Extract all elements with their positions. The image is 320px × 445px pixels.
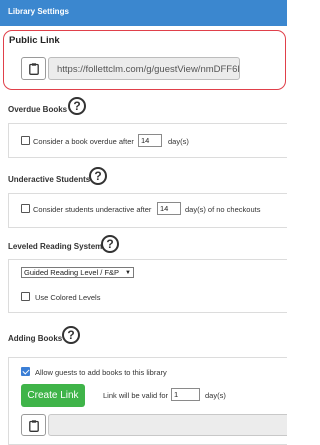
underactive-help-icon[interactable]: ?: [89, 167, 107, 185]
adding-help-icon[interactable]: ?: [62, 326, 80, 344]
overdue-checkbox[interactable]: [21, 136, 30, 145]
colored-levels-checkbox[interactable]: [21, 292, 30, 301]
page-title: Library Settings: [8, 7, 69, 16]
link-valid-days-input[interactable]: 1: [171, 388, 200, 401]
overdue-books-title: Overdue Books: [8, 105, 68, 114]
new-link-field[interactable]: [48, 414, 287, 436]
overdue-days-unit: day(s): [168, 137, 189, 146]
leveled-help-icon[interactable]: ?: [101, 235, 119, 253]
overdue-help-icon[interactable]: ?: [68, 97, 86, 115]
overdue-days-input[interactable]: 14: [138, 134, 162, 147]
reading-level-selected: Guided Reading Level / F&P: [24, 268, 120, 277]
underactive-label: Consider students underactive after: [33, 205, 152, 214]
public-link-title: Public Link: [9, 35, 60, 46]
overdue-label: Consider a book overdue after: [33, 137, 134, 146]
underactive-days-unit: day(s) of no checkouts: [185, 205, 261, 214]
copy-new-link-button[interactable]: [21, 414, 46, 436]
link-valid-label: Link will be valid for: [103, 391, 169, 400]
reading-level-select[interactable]: Guided Reading Level / F&P ▼: [21, 267, 134, 278]
underactive-days-input[interactable]: 14: [157, 202, 181, 215]
allow-guests-label: Allow guests to add books to this librar…: [35, 368, 167, 377]
public-link-field[interactable]: https://follettclm.com/g/guestView/nmDFF…: [48, 57, 240, 80]
allow-guests-checkbox[interactable]: [21, 367, 30, 376]
link-valid-unit: day(s): [205, 391, 226, 400]
colored-levels-label: Use Colored Levels: [35, 293, 101, 302]
public-link-url: https://follettclm.com/g/guestView/nmDFF…: [57, 64, 240, 75]
underactive-students-title: Underactive Students: [8, 175, 91, 184]
chevron-down-icon: ▼: [125, 270, 131, 276]
copy-link-button[interactable]: [21, 57, 46, 80]
adding-books-title: Adding Books: [8, 334, 63, 343]
clipboard-icon: [29, 63, 39, 75]
clipboard-icon: [29, 420, 39, 432]
create-link-button[interactable]: Create Link: [21, 384, 85, 407]
settings-header: Library Settings: [0, 0, 287, 26]
underactive-checkbox[interactable]: [21, 204, 30, 213]
leveled-reading-title: Leveled Reading System: [8, 242, 103, 251]
